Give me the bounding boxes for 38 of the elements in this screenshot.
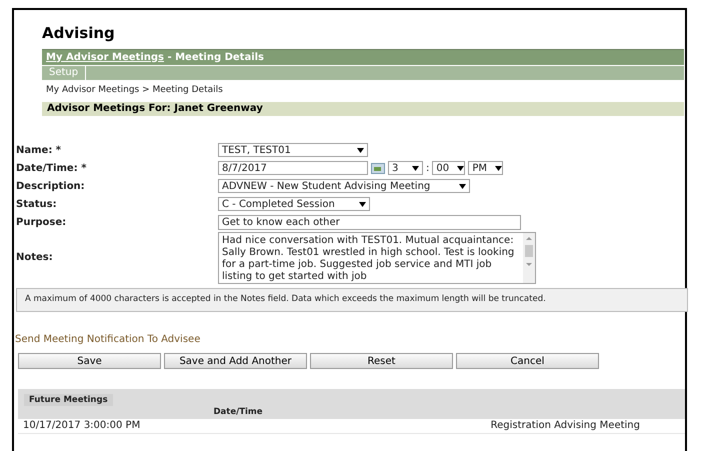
breadcrumb: My Advisor Meetings > Meeting Details xyxy=(46,84,223,97)
caret-icon xyxy=(412,166,419,170)
action-button[interactable]: Save and Add Another xyxy=(164,352,307,368)
action-button[interactable]: Save xyxy=(18,352,161,368)
header-title: - Meeting Details xyxy=(166,50,264,64)
field-label: Name: * xyxy=(16,144,62,156)
purpose-field[interactable]: Get to know each other xyxy=(218,214,521,230)
notes-field[interactable]: Had nice conversation with TEST01. Mutual acquaintance: Sally Brown. Test01 wrestled in high school. Test is looking for a part-time job. Suggested job service and MTI job listing to get started with job xyxy=(218,232,536,284)
status-dropdown[interactable]: C - Completed Session xyxy=(218,197,370,211)
field-label: Status: xyxy=(16,198,57,210)
table-cell-text: Registration Advising Meeting xyxy=(490,419,640,433)
notice-text: A maximum of 4000 characters is accepted in the Notes field. Data which exceeds the maximum length will be truncated. xyxy=(25,293,546,306)
field-label: Purpose: xyxy=(16,216,66,228)
caret-icon xyxy=(459,184,466,188)
page-title: Advising xyxy=(42,24,115,42)
date-field[interactable]: 8/7/2017 xyxy=(218,161,368,175)
caret-icon xyxy=(359,202,366,206)
panel-title: Future Meetings xyxy=(24,394,113,406)
section-title: Advisor Meetings For: Janet Greenway xyxy=(47,102,263,116)
table-cell-text: 10/17/2017 3:00:00 PM xyxy=(23,419,140,433)
field-label: Date/Time: * xyxy=(16,162,86,174)
description-dropdown[interactable]: ADVNEW - New Student Advising Meeting xyxy=(218,179,470,193)
caret-icon xyxy=(457,166,464,170)
minute-dropdown[interactable]: 00 xyxy=(432,161,466,175)
hour-dropdown[interactable]: 3 xyxy=(388,161,423,175)
time-separator: : xyxy=(426,162,430,176)
action-button[interactable]: Reset xyxy=(310,352,453,368)
calendar-icon[interactable] xyxy=(371,162,385,174)
name-dropdown[interactable]: TEST, TEST01 xyxy=(218,143,368,157)
caret-icon xyxy=(495,166,502,170)
action-button[interactable]: Cancel xyxy=(456,352,599,368)
field-label: Description: xyxy=(16,180,85,192)
column-header: Date/Time xyxy=(213,406,263,419)
ampm-dropdown[interactable]: PM xyxy=(468,161,504,175)
caret-icon xyxy=(357,148,364,152)
field-label: Notes: xyxy=(16,252,53,263)
notification-link[interactable]: Send Meeting Notification To Advisee xyxy=(15,332,200,346)
scrollbar-icon[interactable] xyxy=(523,232,535,282)
